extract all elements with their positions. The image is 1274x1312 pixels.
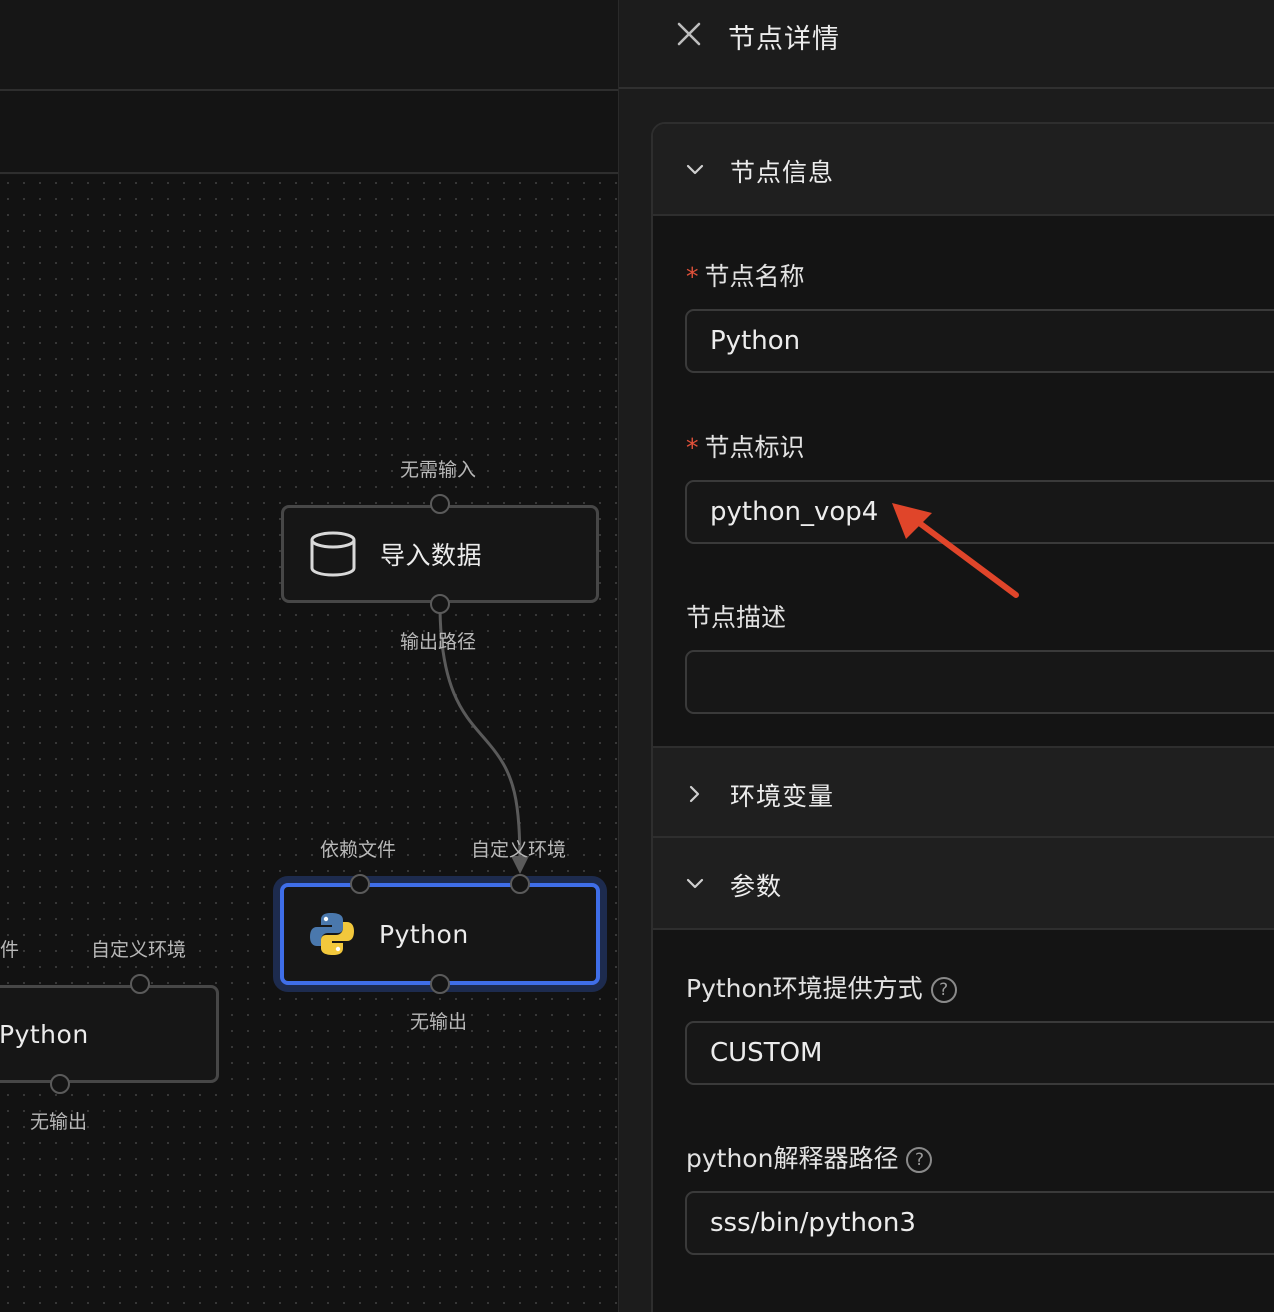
- workflow-canvas-area: 无需输入 导入数据 输出路径 依赖文件 自定义环境 Python 无输出 件 自…: [0, 0, 618, 1312]
- port-label-no-output: 无输出: [30, 1111, 88, 1133]
- node-import-data[interactable]: 导入数据: [281, 505, 599, 603]
- input-port-custom-env[interactable]: [510, 874, 530, 894]
- field-label-node-id: * 节点标识: [686, 433, 805, 462]
- required-star: *: [686, 433, 699, 462]
- app-root: 无需输入 导入数据 输出路径 依赖文件 自定义环境 Python 无输出 件 自…: [0, 0, 1274, 1312]
- output-port[interactable]: [50, 1074, 70, 1094]
- node-label: Python: [379, 919, 469, 949]
- database-icon: [310, 531, 356, 577]
- section-header-env-vars[interactable]: 环境变量: [653, 746, 1274, 838]
- field-label-interpreter-path: python解释器路径?: [686, 1139, 933, 1175]
- chevron-down-icon: [686, 164, 704, 175]
- required-star: *: [686, 262, 699, 291]
- port-label-no-output: 无输出: [410, 1011, 468, 1033]
- node-label: Python: [0, 1019, 89, 1049]
- port-label-dependency-partial: 件: [0, 939, 20, 961]
- node-python-partial[interactable]: Python: [0, 985, 219, 1083]
- node-label: 导入数据: [380, 541, 483, 570]
- output-port[interactable]: [430, 594, 450, 614]
- section-header-params[interactable]: 参数: [653, 838, 1274, 930]
- help-icon[interactable]: ?: [930, 977, 957, 1003]
- section-header-node-info[interactable]: 节点信息: [653, 124, 1274, 216]
- python-logo-icon: [310, 913, 354, 955]
- close-icon[interactable]: [675, 20, 703, 48]
- port-label-dependency: 依赖文件: [320, 839, 397, 861]
- details-card: 节点信息 * 节点名称 Python * 节点标识 python_vop4 节点描述…: [651, 122, 1274, 1312]
- port-label-input: 无需输入: [400, 459, 477, 481]
- field-label-node-description: 节点描述: [686, 603, 787, 632]
- input-port-dependency[interactable]: [350, 874, 370, 894]
- env-provider-select[interactable]: CUSTOM: [685, 1021, 1274, 1085]
- edge-import-to-python[interactable]: [0, 0, 618, 1312]
- panel-header: 节点详情: [619, 0, 1274, 89]
- chevron-right-icon: [689, 785, 700, 803]
- section-title: 参数: [730, 872, 783, 901]
- input-port-custom-env[interactable]: [130, 974, 150, 994]
- node-details-panel: 节点详情 节点信息 * 节点名称 Python * 节点标识 python_vop4…: [618, 0, 1274, 1312]
- port-label-custom-env: 自定义环境: [91, 939, 187, 961]
- port-label-output: 输出路径: [400, 631, 477, 653]
- section-title: 环境变量: [730, 782, 835, 811]
- node-id-input[interactable]: python_vop4: [685, 480, 1274, 544]
- field-label-node-name: * 节点名称: [686, 262, 805, 291]
- help-icon[interactable]: ?: [906, 1147, 933, 1173]
- output-port[interactable]: [430, 974, 450, 994]
- chevron-down-icon: [686, 878, 704, 889]
- section-title: 节点信息: [730, 158, 835, 187]
- input-port[interactable]: [430, 494, 450, 514]
- node-description-input[interactable]: [685, 650, 1274, 714]
- interpreter-path-input[interactable]: sss/bin/python3: [685, 1191, 1274, 1255]
- node-name-input[interactable]: Python: [685, 309, 1274, 373]
- port-label-custom-env: 自定义环境: [471, 839, 567, 861]
- node-python-selected[interactable]: Python: [280, 883, 600, 985]
- panel-title: 节点详情: [728, 24, 840, 55]
- field-label-env-provider: Python环境提供方式?: [686, 969, 957, 1005]
